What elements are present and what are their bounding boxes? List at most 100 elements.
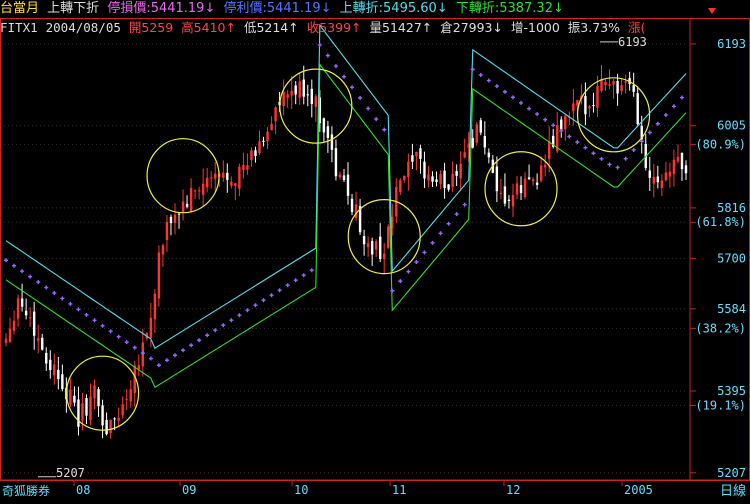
trail-marker-166 (671, 104, 676, 109)
candle-body-122 (495, 166, 499, 192)
candle-body-149 (604, 81, 607, 86)
candle-body-101 (411, 155, 414, 162)
trail-marker-104 (422, 250, 427, 255)
candle-body-82 (334, 148, 338, 177)
trail-marker-72 (293, 278, 298, 283)
candle-body-50 (205, 177, 209, 188)
candle-body-19 (81, 403, 84, 421)
candle-body-87 (354, 204, 358, 218)
trail-marker-164 (663, 113, 668, 118)
candle-body-151 (612, 81, 615, 85)
trail-marker-68 (277, 288, 282, 293)
candle-body-73 (298, 81, 301, 98)
trail-marker-24 (100, 323, 105, 328)
x-tick-label-4: 12 (506, 483, 520, 497)
trail-marker-134 (543, 117, 548, 122)
y-tick-label-9: (19.1%) (695, 398, 746, 412)
volume-value: 量51427↑ (369, 20, 433, 35)
candle-body-102 (415, 151, 418, 157)
annotation-label-0: 6193 (618, 35, 647, 49)
trail-marker-128 (519, 100, 524, 105)
period-label: 日線 (720, 483, 746, 499)
bands-layer (5, 23, 687, 389)
trail-marker-48 (197, 338, 202, 343)
chart-title[interactable]: 台當月 (0, 1, 39, 16)
candle-body-118 (479, 120, 482, 133)
candle-body-26 (109, 419, 112, 434)
candle-body-72 (294, 85, 297, 95)
candle-body-162 (656, 176, 660, 183)
trail-marker-144 (583, 145, 588, 150)
candle-body-109 (443, 170, 446, 189)
trail-marker-78 (317, 42, 322, 47)
y-tick-label-8: 5395 (717, 384, 746, 398)
candle-body-160 (648, 170, 651, 178)
trail-marker-58 (237, 313, 242, 318)
candle-body-21 (89, 396, 92, 420)
candle-body-111 (451, 173, 454, 188)
candle-body-52 (214, 173, 217, 179)
brand-label: 奇狐勝券 (2, 483, 50, 498)
candle-body-80 (326, 126, 330, 139)
indicator-header: 台當月 上轉下折 停損價:5441.19↓ 停利價:5441.19↓ 上轉折:5… (0, 0, 568, 18)
candle-body-103 (419, 148, 422, 159)
turn-down-value: 下轉折:5387.32↓ (455, 1, 564, 16)
amplitude-value: 振3.73% (567, 20, 621, 35)
indicator-mode[interactable]: 上轉下折 (47, 1, 99, 16)
trail-marker-146 (591, 151, 596, 156)
trail-marker-82 (333, 64, 338, 69)
trail-marker-26 (108, 329, 113, 334)
candle-body-9 (41, 337, 44, 350)
candle-body-48 (197, 190, 201, 192)
trail-marker-102 (414, 259, 419, 264)
trail-marker-108 (438, 231, 443, 236)
annotation-label-1: 5207 (56, 466, 85, 480)
candle-body-133 (539, 165, 543, 181)
candle-body-54 (222, 172, 225, 178)
candle-body-24 (101, 405, 104, 426)
trail-marker-14 (60, 296, 65, 301)
text-layer: 6193 6005 (80.9%) 5816(61.8%) 5700 5584 (38.2%… (2, 35, 746, 499)
upper-band-line (5, 23, 687, 349)
trail-marker-168 (679, 95, 684, 100)
trail-marker-122 (494, 84, 499, 89)
trail-marker-70 (285, 283, 290, 288)
trail-marker-112 (454, 212, 459, 217)
trail-marker-150 (607, 162, 612, 167)
candle-body-49 (201, 183, 205, 195)
y-tick-label-7: (38.2%) (695, 321, 746, 335)
candle-body-57 (234, 183, 237, 186)
candle-body-84 (342, 175, 346, 180)
candle-body-56 (230, 181, 233, 186)
candle-body-146 (592, 105, 595, 107)
trail-marker-2 (12, 263, 17, 268)
y-tick-label-0: 6193 (717, 37, 746, 51)
close-value: 收5399↑ (306, 20, 362, 35)
trail-marker-136 (551, 123, 556, 128)
trail-marker-90 (366, 106, 371, 111)
candle-body-117 (475, 124, 478, 143)
candle-body-25 (105, 419, 108, 435)
candle-body-86 (350, 198, 354, 213)
trail-marker-34 (140, 351, 145, 356)
trail-marker-44 (181, 348, 186, 353)
scroll-down-arrow-icon (708, 8, 716, 14)
trail-marker-88 (358, 95, 363, 100)
candle-body-30 (125, 398, 128, 400)
open-value: 開5259 (128, 20, 174, 35)
trail-layer (4, 42, 684, 368)
trail-marker-32 (132, 345, 137, 350)
trail-marker-12 (52, 291, 57, 296)
trail-marker-86 (350, 85, 355, 90)
candle-body-11 (49, 359, 52, 371)
trail-marker-138 (559, 128, 564, 133)
candle-body-119 (483, 136, 487, 148)
trail-marker-116 (470, 67, 475, 72)
open-interest-value: 倉27993↓ (440, 20, 503, 35)
trail-marker-100 (406, 269, 411, 274)
candle-body-130 (527, 177, 531, 180)
candle-body-55 (226, 172, 229, 180)
candle-body-93 (378, 236, 382, 260)
trail-marker-54 (221, 323, 226, 328)
trail-marker-84 (341, 74, 346, 79)
